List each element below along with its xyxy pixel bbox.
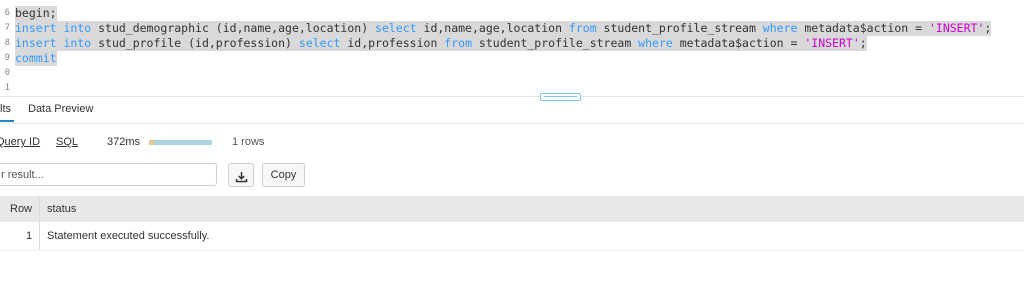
code-token: begin; [15, 6, 57, 20]
code-token: select [298, 36, 341, 50]
row-count: 1 rows [232, 136, 265, 148]
code-token: student_profile_stream [472, 36, 639, 50]
filter-result-input[interactable] [0, 163, 217, 186]
code-token: ; [984, 21, 992, 35]
code-text[interactable]: commit [15, 51, 57, 66]
download-icon [235, 169, 248, 191]
column-header-status[interactable]: status [47, 196, 76, 222]
code-token: insert into [15, 36, 92, 50]
column-divider [39, 196, 40, 250]
editor-line-7[interactable]: 7 begin; [0, 6, 1024, 33]
code-token: stud_demographic (id,name,age,location) [91, 21, 376, 35]
query-duration: 372ms [107, 136, 141, 148]
tab-data-preview[interactable]: Data Preview [28, 97, 93, 122]
editor-line-9[interactable]: 9 insert into stud_profile (id,professio… [0, 36, 1024, 63]
progress-compile-segment [149, 140, 155, 145]
table-row[interactable]: 1 Statement executed successfully. [0, 222, 1024, 251]
query-progress-bar [149, 140, 212, 145]
code-token: 'INSERT' [928, 21, 985, 35]
code-token: commit [15, 51, 57, 65]
editor-line-11[interactable]: 1 [0, 66, 1024, 93]
download-button[interactable] [228, 163, 254, 187]
code-token: select [375, 21, 417, 35]
code-token: from [444, 36, 472, 50]
column-header-row[interactable]: Row [10, 196, 32, 222]
sql-editor[interactable]: 6 7 begin; 8 insert into stud_demographi… [0, 0, 1024, 97]
code-text[interactable]: insert into stud_demographic (id,name,ag… [15, 21, 992, 36]
sql-link[interactable]: SQL [56, 136, 78, 148]
row-number-cell: 1 [26, 230, 33, 242]
code-token: id,profession [340, 36, 445, 50]
query-id-link[interactable]: Query ID [0, 136, 40, 148]
code-token: id,name,age,location [416, 21, 569, 35]
code-token: where [638, 36, 673, 50]
code-token: 'INSERT' [804, 36, 860, 50]
code-token: stud_profile (id,profession) [91, 36, 299, 50]
tab-results[interactable]: lts [0, 97, 14, 122]
code-token: student_profile_stream [596, 21, 763, 35]
code-text[interactable]: begin; [15, 6, 57, 21]
code-text[interactable]: insert into stud_profile (id,profession)… [15, 36, 867, 51]
code-token: metadata$action = [797, 21, 929, 35]
editor-line-8[interactable]: 8 insert into stud_demographic (id,name,… [0, 21, 1024, 48]
results-tabs: lts Data Preview [0, 97, 1024, 124]
editor-line-10[interactable]: 0 commit [0, 51, 1024, 78]
status-cell: Statement executed successfully. [47, 230, 210, 242]
copy-button[interactable]: Copy [262, 163, 305, 187]
code-token: insert into [15, 21, 92, 35]
code-token: ; [859, 36, 867, 50]
editor-line-12[interactable]: 2 [0, 81, 1024, 96]
results-grid-header: Row status [0, 196, 1024, 222]
code-token: metadata$action = [672, 36, 805, 50]
code-token: where [762, 21, 798, 35]
code-token: from [568, 21, 597, 35]
